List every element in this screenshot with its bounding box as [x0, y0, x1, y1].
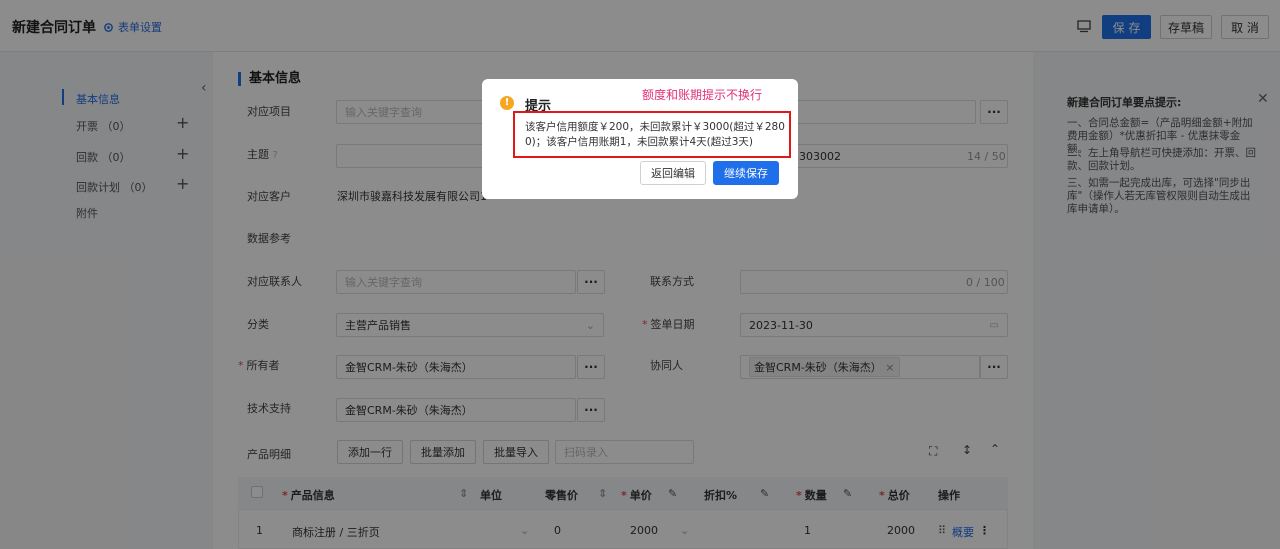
dialog-message: 该客户信用额度￥200，未回款累计￥3000(超过￥2800)；该客户信用账期1… — [525, 121, 785, 148]
warning-icon: ! — [500, 96, 514, 110]
back-to-edit-button[interactable]: 返回编辑 — [640, 161, 706, 185]
annotation-note: 额度和账期提示不换行 — [642, 88, 763, 102]
continue-save-button[interactable]: 继续保存 — [713, 161, 779, 185]
warning-dialog: ! 提示 额度和账期提示不换行 该客户信用额度￥200，未回款累计￥3000(超… — [482, 79, 798, 199]
